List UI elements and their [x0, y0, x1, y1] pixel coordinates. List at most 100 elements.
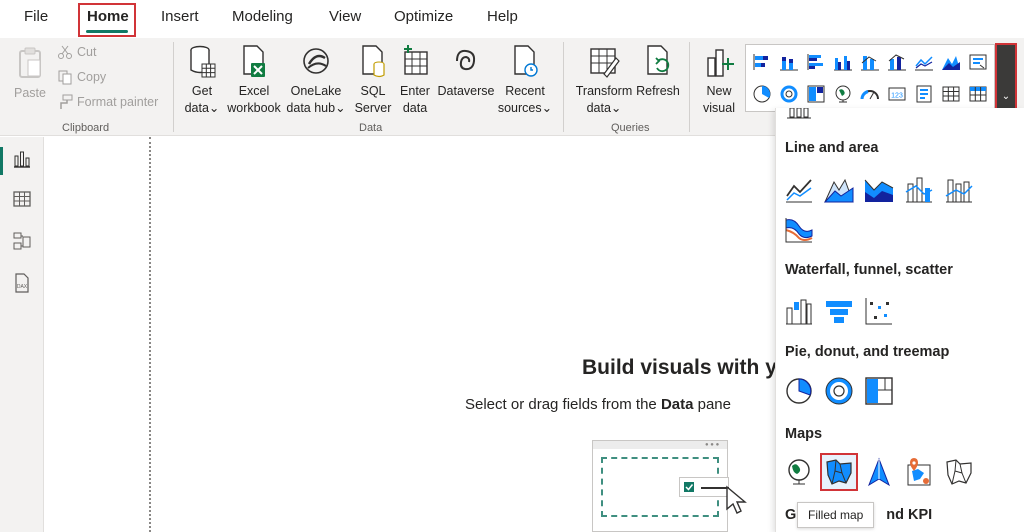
- multi-row-card-icon[interactable]: [914, 85, 934, 103]
- pie-chart-icon[interactable]: [752, 85, 772, 103]
- partial-chart-icon: [787, 108, 811, 119]
- table-view-icon[interactable]: [12, 189, 32, 209]
- dax-query-view-icon[interactable]: DAX: [12, 273, 32, 293]
- stacked-area-chart-icon[interactable]: [864, 174, 894, 204]
- ribbon-chart-icon[interactable]: [784, 214, 814, 244]
- queries-group-label: Queries: [611, 122, 650, 134]
- donut-chart-icon[interactable]: [824, 376, 854, 406]
- canvas-subtitle: Select or drag fields from the Data pane: [465, 396, 731, 413]
- table-add-icon: [404, 45, 428, 75]
- ribbon-chart-icon[interactable]: [968, 53, 988, 71]
- paintbrush-icon: [60, 94, 73, 109]
- excel-workbook-button[interactable]: Excel workbook: [224, 44, 284, 117]
- menu-file[interactable]: File: [24, 8, 48, 25]
- canvas-title: Build visuals with yo: [582, 356, 790, 379]
- transform-data-button[interactable]: Transform data⌄: [574, 44, 634, 117]
- filled-map-icon[interactable]: [824, 457, 854, 487]
- section-pie-donut-treemap: Pie, donut, and treemap: [785, 344, 950, 360]
- ribbon-separator: [689, 42, 690, 132]
- card-icon[interactable]: 123: [887, 85, 907, 103]
- gauge-icon[interactable]: [860, 85, 880, 103]
- line-chart-icon[interactable]: [784, 174, 814, 204]
- menu-modeling[interactable]: Modeling: [232, 8, 293, 25]
- cut-button[interactable]: Cut: [57, 44, 96, 60]
- line-clustered-column-chart-icon[interactable]: [904, 174, 934, 204]
- stacked-column-chart-icon[interactable]: [779, 53, 799, 71]
- 100-stacked-column-chart-icon[interactable]: [887, 53, 907, 71]
- table-icon[interactable]: [941, 85, 961, 103]
- donut-chart-icon[interactable]: [779, 85, 799, 103]
- dataverse-button[interactable]: Dataverse: [437, 44, 495, 100]
- data-group-label: Data: [359, 122, 383, 134]
- excel-icon: [243, 45, 265, 77]
- active-view-indicator: [0, 147, 3, 175]
- filled-map-tooltip: Filled map: [797, 502, 875, 528]
- expand-highlight-box: [995, 43, 1017, 115]
- ribbon-separator: [173, 42, 174, 132]
- menu-help[interactable]: Help: [487, 8, 518, 25]
- map-icon[interactable]: [833, 85, 853, 103]
- ribbon-separator: [563, 42, 564, 132]
- page-boundary-line: [149, 137, 151, 532]
- onelake-data-hub-button[interactable]: OneLake data hub⌄: [286, 44, 346, 117]
- section-maps: Maps: [785, 426, 823, 442]
- recent-file-icon: [514, 45, 538, 77]
- waterfall-chart-icon[interactable]: [784, 296, 814, 326]
- pie-chart-icon[interactable]: [784, 376, 814, 406]
- home-highlight-box: [78, 3, 136, 37]
- menu-bar: File Home Insert Modeling View Optimize …: [0, 0, 1024, 38]
- canvas-illustration: ● ● ●: [592, 440, 747, 532]
- svg-text:DAX: DAX: [17, 284, 28, 290]
- model-view-icon[interactable]: [12, 231, 32, 251]
- enter-data-button[interactable]: Enter data: [396, 44, 434, 117]
- visuals-gallery: 123: [745, 44, 995, 112]
- format-painter-button[interactable]: Format painter: [57, 94, 158, 110]
- database-icon: [190, 45, 216, 78]
- copy-icon: [58, 70, 72, 85]
- menu-insert[interactable]: Insert: [161, 8, 199, 25]
- menu-view[interactable]: View: [329, 8, 361, 25]
- copy-button[interactable]: Copy: [57, 69, 106, 85]
- line-stacked-column-chart-icon[interactable]: [944, 174, 974, 204]
- transform-icon: [590, 48, 620, 78]
- onelake-icon: [303, 48, 329, 74]
- scatter-chart-icon[interactable]: [864, 296, 894, 326]
- funnel-chart-icon[interactable]: [824, 296, 854, 326]
- area-chart-icon[interactable]: [941, 53, 961, 71]
- new-visual-icon: [707, 49, 734, 77]
- clustered-bar-chart-icon[interactable]: [806, 53, 826, 71]
- section-waterfall-funnel-scatter: Waterfall, funnel, scatter: [785, 262, 953, 278]
- get-data-button[interactable]: Get data⌄: [181, 44, 223, 117]
- azure-map-icon[interactable]: [864, 457, 894, 487]
- shape-map-icon[interactable]: [904, 457, 934, 487]
- section-line-and-area: Line and area: [785, 140, 879, 156]
- clustered-column-chart-icon[interactable]: [833, 53, 853, 71]
- stacked-bar-chart-icon[interactable]: [752, 53, 772, 71]
- clipboard-group-label: Clipboard: [62, 122, 110, 134]
- menu-optimize[interactable]: Optimize: [394, 8, 453, 25]
- map-icon[interactable]: [784, 457, 814, 487]
- paste-icon: [19, 47, 41, 78]
- visuals-dropdown-panel: Line and area Waterfall, funnel, scatter…: [775, 108, 1024, 532]
- sql-server-button[interactable]: SQL Server: [352, 44, 394, 117]
- sql-icon: [362, 45, 385, 78]
- refresh-icon: [647, 45, 670, 75]
- paste-button[interactable]: Paste: [12, 46, 48, 102]
- matrix-icon[interactable]: [968, 85, 988, 103]
- dataverse-icon: [456, 49, 476, 71]
- checkbox-icon: [684, 482, 694, 492]
- shape-map-outline-icon[interactable]: [944, 457, 974, 487]
- refresh-button[interactable]: Refresh: [635, 44, 681, 100]
- treemap-icon[interactable]: [864, 376, 894, 406]
- area-chart-icon[interactable]: [824, 174, 854, 204]
- scissors-icon: [58, 45, 72, 59]
- svg-text:123: 123: [891, 93, 903, 100]
- new-visual-button[interactable]: New visual: [698, 44, 740, 117]
- view-switcher-rail: DAX: [0, 137, 44, 532]
- recent-sources-button[interactable]: Recent sources⌄: [497, 44, 553, 117]
- line-chart-icon[interactable]: [914, 53, 934, 71]
- cursor-icon: [726, 485, 747, 514]
- treemap-icon[interactable]: [806, 85, 826, 103]
- 100-stacked-bar-chart-icon[interactable]: [860, 53, 880, 71]
- report-view-icon[interactable]: [12, 149, 32, 169]
